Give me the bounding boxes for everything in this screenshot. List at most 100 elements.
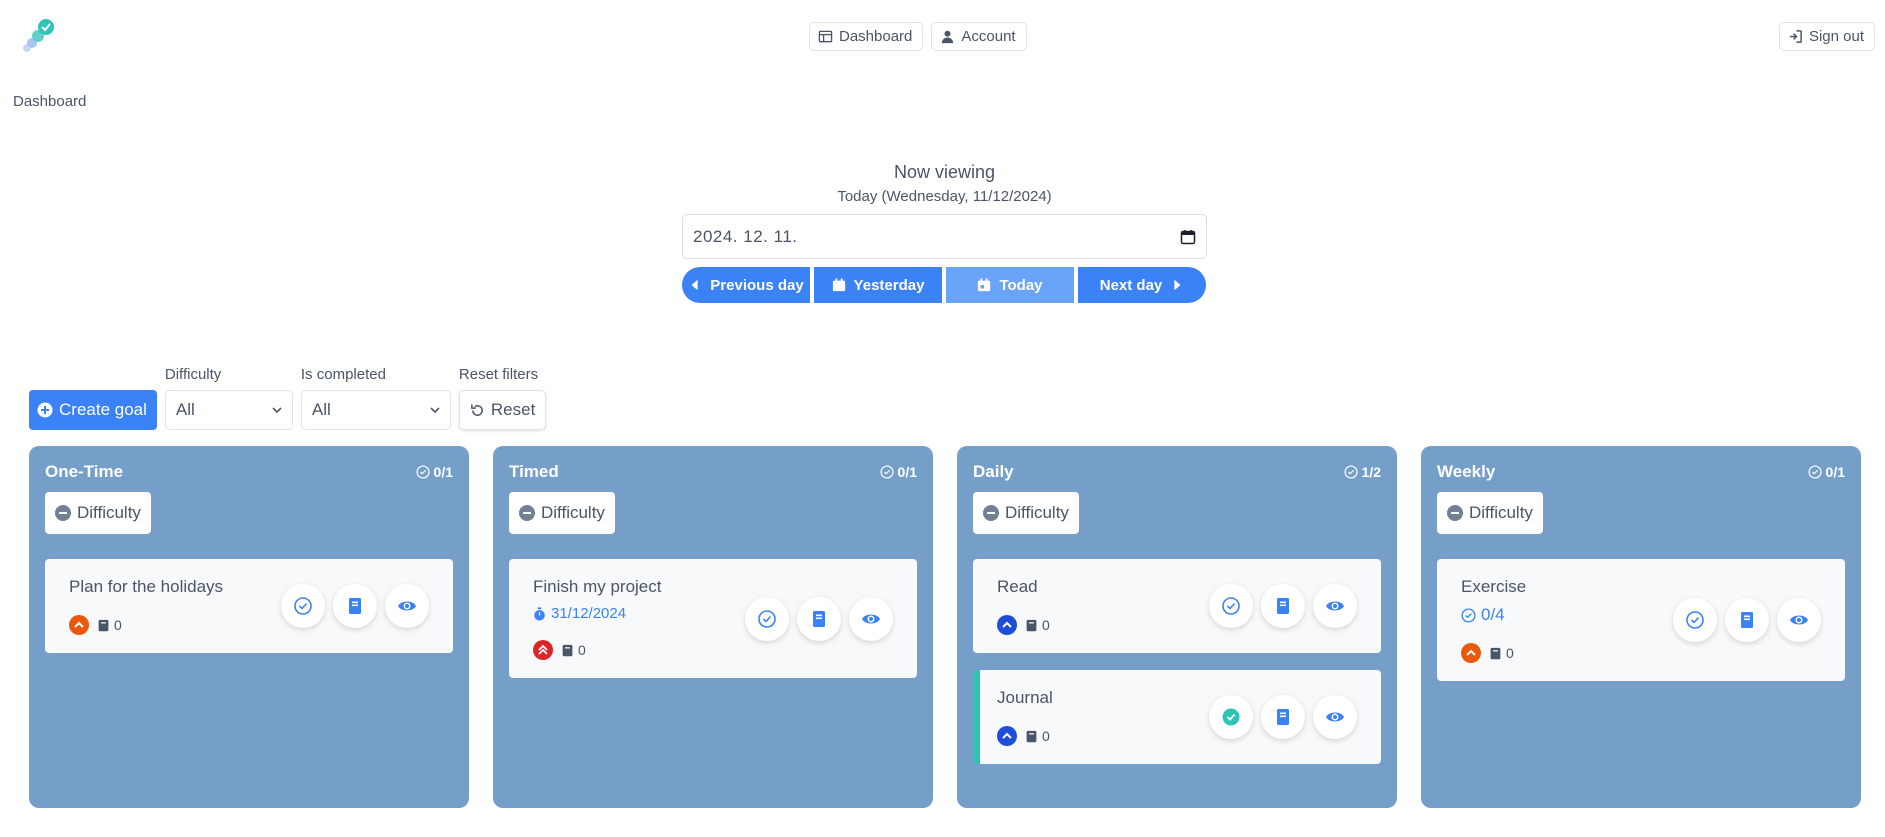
eye-icon <box>1326 601 1344 611</box>
column-count: 0/1 <box>415 464 453 480</box>
completed-select[interactable]: All <box>300 390 451 430</box>
journal-button[interactable] <box>1261 695 1305 739</box>
today-button[interactable]: Today <box>946 267 1074 303</box>
plus-circle-icon <box>37 402 53 418</box>
view-goal-button[interactable] <box>849 596 893 641</box>
priority-high-icon <box>1461 643 1481 663</box>
journal-button[interactable] <box>333 584 377 628</box>
table-icon <box>818 30 833 43</box>
column-one-time: One-Time 0/1 Difficulty Plan for the hol… <box>29 446 469 808</box>
calendar-icon <box>832 278 845 292</box>
calendar-icon[interactable] <box>1180 229 1196 245</box>
uncomplete-goal-button[interactable] <box>1209 695 1253 739</box>
previous-day-label: Previous day <box>710 276 804 294</box>
check-circle-icon <box>1686 611 1704 629</box>
view-goal-button[interactable] <box>1313 695 1357 739</box>
caret-left-icon <box>691 279 698 291</box>
date-input[interactable]: 2024. 12. 11. <box>682 214 1207 259</box>
undo-icon <box>471 403 483 416</box>
dashboard-nav-button[interactable]: Dashboard <box>809 22 924 51</box>
difficulty-select-value: All <box>175 400 195 419</box>
check-circle-icon <box>1807 465 1822 479</box>
date-input-value: 2024. 12. 11. <box>693 226 798 246</box>
next-day-button[interactable]: Next day <box>1078 267 1206 303</box>
minus-circle-icon <box>1447 505 1463 521</box>
priority-urgent-icon <box>533 640 553 660</box>
create-goal-button[interactable]: Create goal <box>29 390 157 430</box>
view-goal-button[interactable] <box>1313 584 1357 628</box>
complete-goal-button[interactable] <box>281 584 325 628</box>
journal-button[interactable] <box>1261 584 1305 628</box>
column-count: 0/1 <box>879 464 917 480</box>
complete-goal-button[interactable] <box>745 596 789 641</box>
complete-goal-button[interactable] <box>1209 584 1253 628</box>
reset-label: Reset <box>490 400 536 419</box>
column-count: 1/2 <box>1343 464 1381 480</box>
book-icon <box>1741 612 1753 628</box>
notes-count: 0 <box>1042 728 1050 744</box>
column-timed: Timed 0/1 Difficulty Finish my project 3… <box>493 446 933 808</box>
column-title: Daily <box>973 462 1014 481</box>
calendar-day-icon <box>978 278 991 292</box>
stopwatch-icon <box>534 606 545 621</box>
account-nav-button[interactable]: Account <box>931 22 1027 51</box>
minus-circle-icon <box>55 505 71 521</box>
book-icon <box>1026 619 1037 631</box>
app-logo[interactable] <box>18 16 58 56</box>
previous-day-button[interactable]: Previous day <box>682 267 810 303</box>
eye-icon <box>1790 615 1808 625</box>
viewing-date-subheading: Today (Wednesday, 11/12/2024) <box>837 188 1052 205</box>
book-icon <box>1277 598 1289 614</box>
column-count-value: 0/1 <box>433 464 453 480</box>
caret-right-icon <box>1174 279 1181 291</box>
view-goal-button[interactable] <box>1777 598 1821 642</box>
check-circle-icon <box>294 597 312 615</box>
goal-card-completed[interactable]: Journal 0 <box>973 670 1381 764</box>
journal-button[interactable] <box>797 596 841 641</box>
goal-columns: One-Time 0/1 Difficulty Plan for the hol… <box>29 446 1861 808</box>
completed-filter-label: Is completed <box>300 366 386 383</box>
difficulty-select[interactable]: All <box>164 390 293 430</box>
book-icon <box>1026 730 1037 742</box>
book-icon <box>1490 647 1501 659</box>
completed-select-value: All <box>311 400 331 419</box>
minus-circle-icon <box>519 505 535 521</box>
priority-high-icon <box>69 615 89 635</box>
check-circle-filled-icon <box>1222 708 1240 726</box>
breadcrumb: Dashboard <box>13 93 87 110</box>
eye-icon <box>1326 712 1344 722</box>
journal-button[interactable] <box>1725 598 1769 642</box>
notes-count: 0 <box>578 642 586 658</box>
minus-circle-icon <box>983 505 999 521</box>
sign-out-label: Sign out <box>1808 28 1864 45</box>
difficulty-sort-label: Difficulty <box>1469 503 1533 522</box>
view-goal-button[interactable] <box>385 584 429 628</box>
check-circle-icon <box>1343 465 1358 479</box>
goal-card[interactable]: Finish my project 31/12/2024 0 <box>509 559 917 678</box>
difficulty-sort-button[interactable]: Difficulty <box>1437 492 1543 534</box>
completed-filter: Is completed All <box>300 366 451 430</box>
sign-out-icon <box>1789 30 1802 43</box>
goal-card[interactable]: Plan for the holidays 0 <box>45 559 453 653</box>
yesterday-button[interactable]: Yesterday <box>814 267 942 303</box>
difficulty-sort-button[interactable]: Difficulty <box>973 492 1079 534</box>
book-icon <box>98 619 109 631</box>
today-label: Today <box>999 276 1043 294</box>
goal-card[interactable]: Exercise 0/4 0 <box>1437 559 1845 681</box>
due-date: 31/12/2024 <box>551 605 627 622</box>
difficulty-sort-button[interactable]: Difficulty <box>45 492 151 534</box>
priority-medium-icon <box>997 726 1017 746</box>
difficulty-sort-label: Difficulty <box>541 503 605 522</box>
chevron-down-icon <box>430 407 440 414</box>
check-circle-icon <box>1222 597 1240 615</box>
notes-count: 0 <box>1042 617 1050 633</box>
difficulty-sort-label: Difficulty <box>1005 503 1069 522</box>
book-icon <box>813 610 825 627</box>
sign-out-button[interactable]: Sign out <box>1778 22 1875 51</box>
reset-button[interactable]: Reset <box>458 390 547 430</box>
difficulty-sort-button[interactable]: Difficulty <box>509 492 615 534</box>
complete-goal-button[interactable] <box>1673 598 1717 642</box>
goal-card[interactable]: Read 0 <box>973 559 1381 653</box>
goal-title: Exercise <box>1461 577 1527 596</box>
column-title: Timed <box>509 462 559 481</box>
